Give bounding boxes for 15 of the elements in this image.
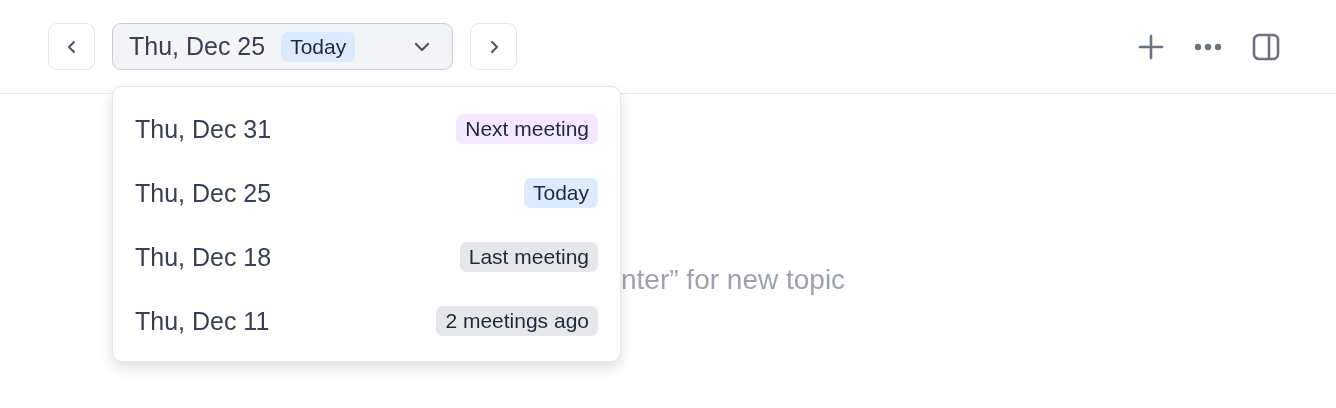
date-picker[interactable]: Thu, Dec 25 Today	[112, 23, 453, 70]
date-option[interactable]: Thu, Dec 25 Today	[135, 161, 598, 225]
today-badge: Today	[281, 31, 356, 62]
meeting-badge: Today	[523, 178, 598, 208]
meeting-badge: 2 meetings ago	[436, 306, 598, 336]
date-option[interactable]: Thu, Dec 31 Next meeting	[135, 97, 598, 161]
chevron-down-icon	[414, 41, 430, 52]
date-option[interactable]: Thu, Dec 11 2 meetings ago	[135, 289, 598, 353]
date-option[interactable]: Thu, Dec 18 Last meeting	[135, 225, 598, 289]
meeting-badge: Next meeting	[456, 114, 598, 144]
add-icon[interactable]	[1138, 33, 1164, 60]
sidebar-toggle-icon[interactable]	[1252, 32, 1280, 61]
topic-field[interactable]: nter” for new topic	[621, 264, 1021, 296]
more-icon[interactable]	[1194, 42, 1222, 51]
meeting-badge: Last meeting	[459, 242, 598, 272]
